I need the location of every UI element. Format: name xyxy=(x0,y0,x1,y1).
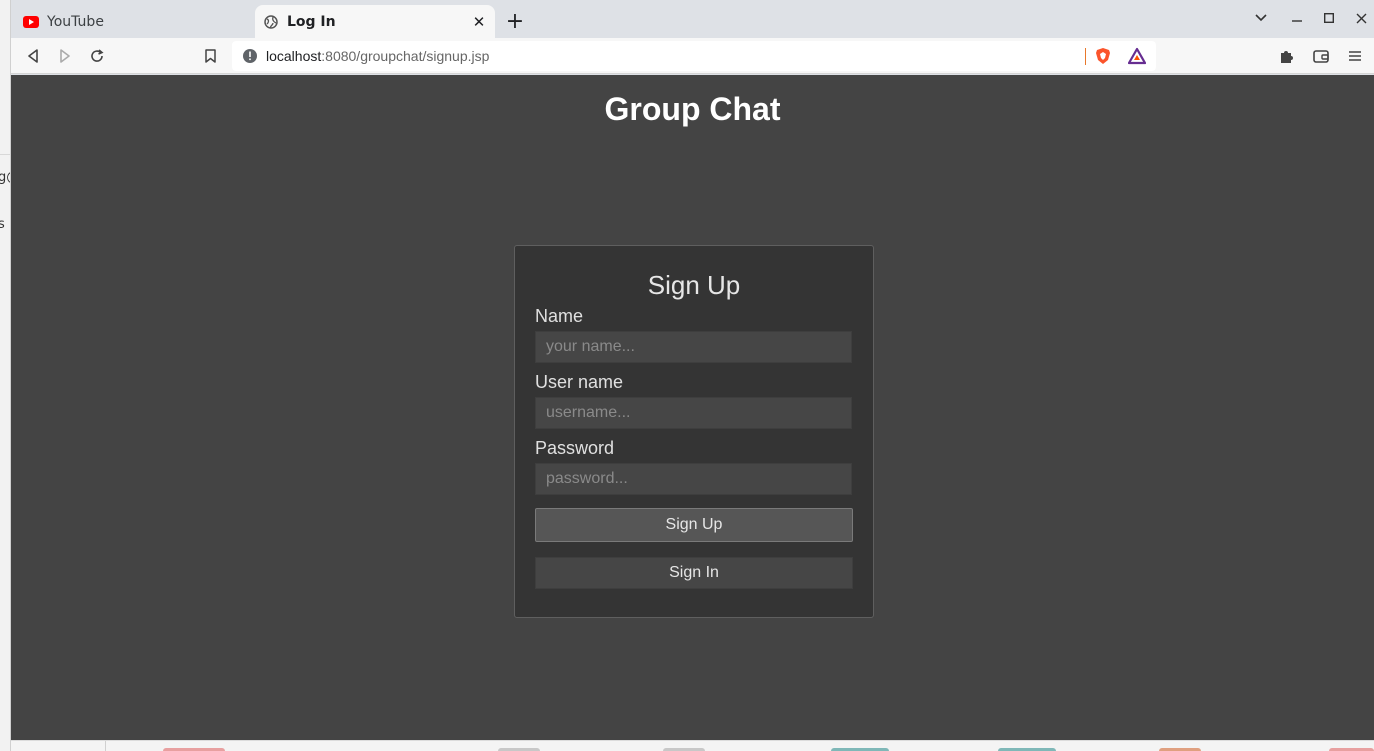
divider xyxy=(0,154,10,155)
brave-shields-icon[interactable] xyxy=(1094,47,1112,65)
globe-icon xyxy=(263,14,279,30)
tab-title: Log In xyxy=(287,13,336,30)
maximize-icon[interactable] xyxy=(1318,7,1340,29)
background-text-fragment: g@ xyxy=(0,170,10,185)
tab-title: YouTube xyxy=(47,13,104,30)
address-bar[interactable]: localhost:8080/groupchat/signup.jsp xyxy=(232,41,1156,71)
tab-log-in[interactable]: Log In ✕ xyxy=(255,5,495,38)
wallet-icon[interactable] xyxy=(1309,44,1333,68)
background-text-fragment: s xyxy=(0,217,5,232)
tab-search-chevron-icon[interactable] xyxy=(1250,7,1272,29)
signup-form: Sign Up Name User name Password Sign Up … xyxy=(514,245,874,618)
browser-toolbar: localhost:8080/groupchat/signup.jsp xyxy=(11,38,1374,74)
sign-in-button[interactable]: Sign In xyxy=(535,557,853,589)
url-host: localhost xyxy=(266,48,322,64)
site-info-icon[interactable] xyxy=(242,48,258,64)
password-label: Password xyxy=(535,438,615,458)
browser-window: YouTube Log In ✕ + localhost:8080/groupc… xyxy=(11,0,1374,740)
page-viewport: Group Chat Sign Up Name User name Passwo… xyxy=(11,75,1374,740)
password-input[interactable] xyxy=(535,463,852,495)
forward-icon[interactable] xyxy=(53,44,77,68)
sign-up-button[interactable]: Sign Up xyxy=(535,508,853,542)
minimize-icon[interactable] xyxy=(1286,7,1308,29)
page-title: Group Chat xyxy=(604,91,781,127)
brave-rewards-icon[interactable] xyxy=(1127,47,1147,65)
divider xyxy=(105,741,106,751)
form-title: Sign Up xyxy=(647,270,741,300)
youtube-icon xyxy=(23,14,39,30)
extensions-icon[interactable] xyxy=(1275,44,1299,68)
tab-strip: YouTube Log In ✕ + xyxy=(11,0,1374,38)
bookmark-icon[interactable] xyxy=(198,44,222,68)
divider xyxy=(1085,48,1086,65)
url-text: localhost:8080/groupchat/signup.jsp xyxy=(266,48,489,64)
window-close-icon[interactable] xyxy=(1350,7,1372,29)
background-window: g@ s xyxy=(0,0,11,751)
background-window-bottom xyxy=(11,740,1374,751)
tab-youtube[interactable]: YouTube xyxy=(11,5,251,38)
back-icon[interactable] xyxy=(21,44,45,68)
username-label: User name xyxy=(535,372,624,392)
reload-icon[interactable] xyxy=(85,44,109,68)
url-path: :8080/groupchat/signup.jsp xyxy=(321,48,490,64)
name-input[interactable] xyxy=(535,331,852,363)
menu-icon[interactable] xyxy=(1343,44,1367,68)
username-input[interactable] xyxy=(535,397,852,429)
name-label: Name xyxy=(535,306,584,326)
close-icon[interactable]: ✕ xyxy=(469,12,489,32)
new-tab-button[interactable]: + xyxy=(503,9,527,34)
